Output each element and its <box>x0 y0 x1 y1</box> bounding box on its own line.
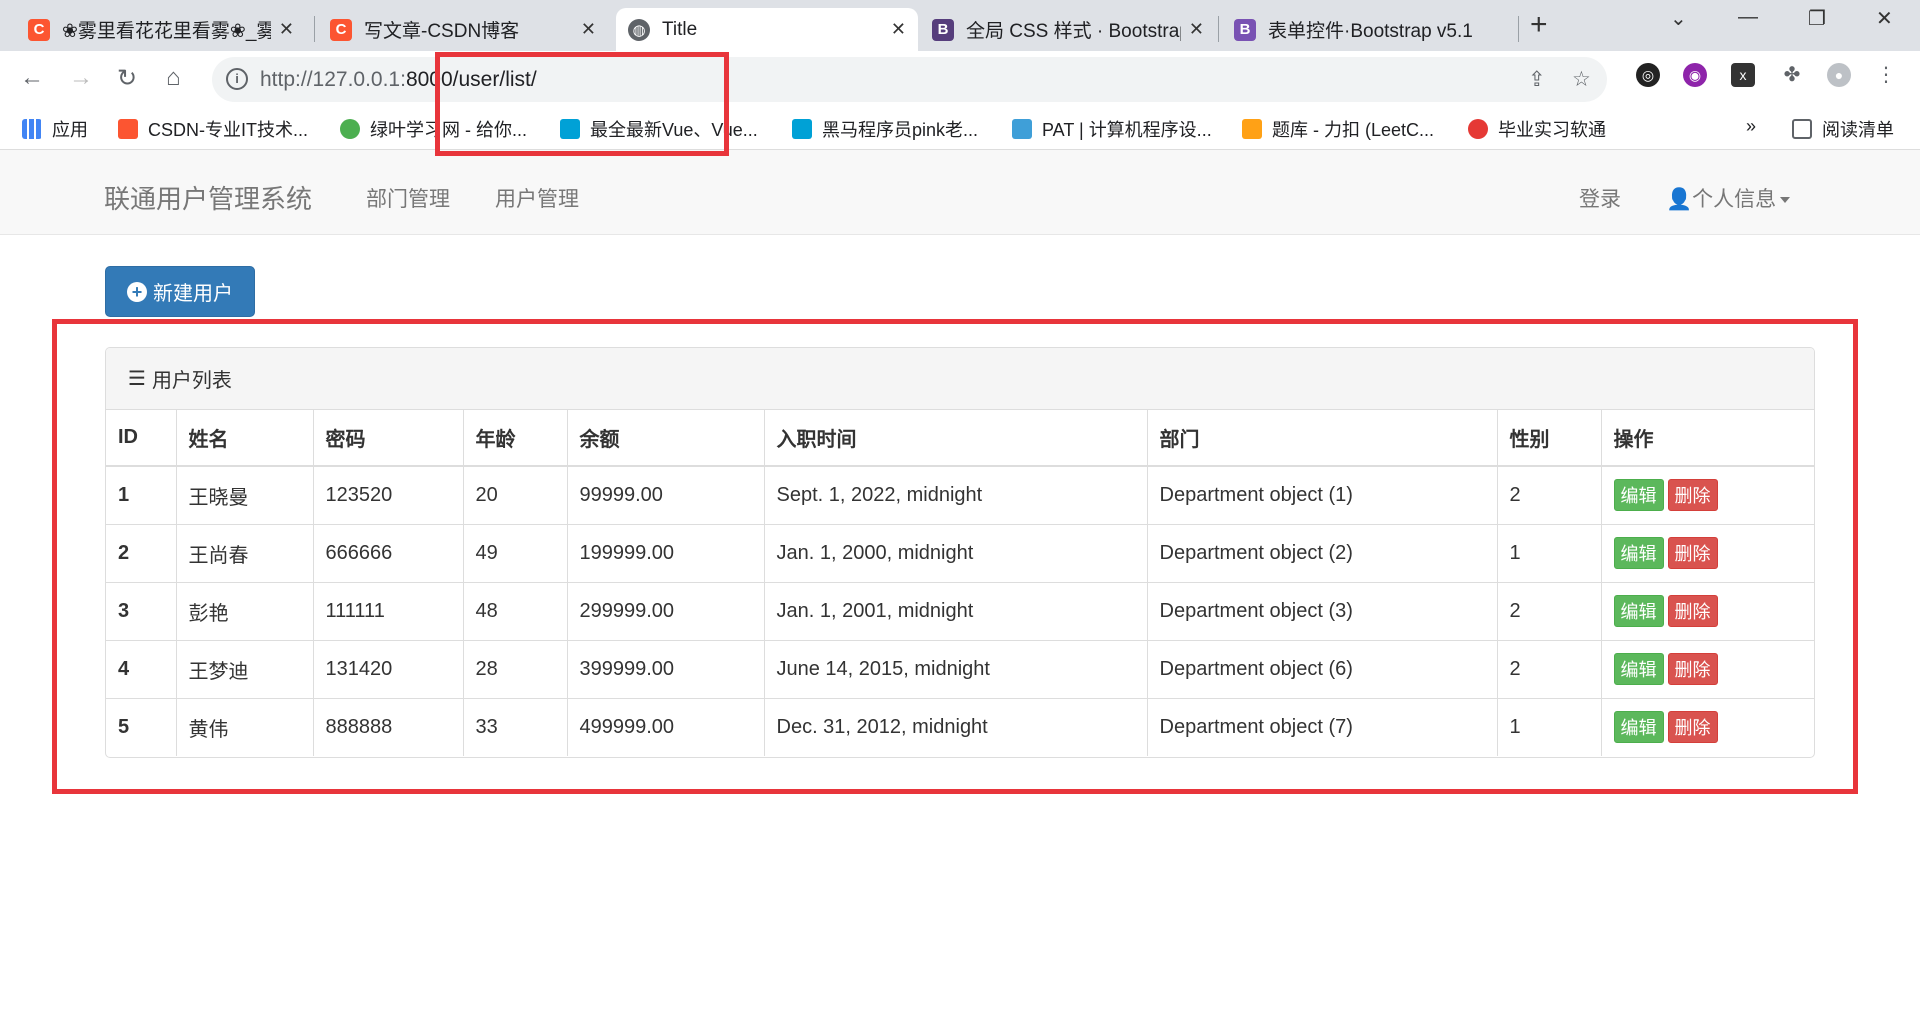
bookmark-item[interactable]: 毕业实习软通 <box>1468 116 1606 142</box>
user-icon: 👤 <box>1666 188 1693 211</box>
site-info-icon[interactable]: i <box>226 68 248 90</box>
minimize-icon[interactable]: — <box>1738 6 1758 29</box>
browser-tab[interactable]: B 表单控件·Bootstrap v5.1 <box>1222 8 1518 51</box>
bilibili-icon <box>792 119 812 139</box>
home-icon[interactable]: ⌂ <box>166 64 181 92</box>
bootstrap-icon: B <box>1234 18 1256 41</box>
browser-toolbar: ← → ↻ ⌂ i http://127.0.0.1:8000/user/lis… <box>0 51 1920 108</box>
address-bar[interactable]: i http://127.0.0.1:8000/user/list/ ⇪ ☆ <box>212 57 1607 102</box>
csdn-icon: C <box>330 18 352 41</box>
apps-grid-icon <box>22 119 42 139</box>
csdn-icon: C <box>28 18 50 41</box>
nav-user[interactable]: 用户管理 <box>495 183 579 213</box>
nav-login[interactable]: 登录 <box>1579 183 1621 213</box>
extension-icon[interactable]: x <box>1731 63 1755 87</box>
browser-tab[interactable]: C 写文章-CSDN博客 ✕ <box>318 8 608 51</box>
nav-department[interactable]: 部门管理 <box>366 183 450 213</box>
app-navbar: 联通用户管理系统 部门管理 用户管理 登录 👤个人信息 <box>0 150 1920 235</box>
restore-icon[interactable]: ❐ <box>1808 6 1826 31</box>
add-user-button[interactable]: + 新建用户 <box>105 266 255 317</box>
bookmark-icon <box>1468 119 1488 139</box>
bookmark-item[interactable]: 黑马程序员pink老... <box>792 116 978 142</box>
bootstrap-icon: B <box>932 18 954 41</box>
profile-avatar-icon[interactable]: ● <box>1827 63 1851 87</box>
close-window-icon[interactable]: ✕ <box>1876 6 1893 31</box>
leaf-icon <box>340 119 360 139</box>
csdn-icon <box>118 119 138 139</box>
pat-icon <box>1012 119 1032 139</box>
back-icon[interactable]: ← <box>20 64 44 92</box>
extension-icon[interactable]: ◉ <box>1683 63 1707 87</box>
close-tab-icon[interactable]: ✕ <box>279 19 294 40</box>
share-icon[interactable]: ⇪ <box>1528 67 1546 92</box>
tab-title: 表单控件·Bootstrap v5.1 <box>1268 21 1473 42</box>
plus-circle-icon: + <box>127 281 147 302</box>
browser-menu-icon[interactable]: ⋮ <box>1874 63 1898 87</box>
close-tab-icon[interactable]: ✕ <box>1189 19 1204 40</box>
tab-title: 写文章-CSDN博客 <box>364 21 520 42</box>
reading-list-icon <box>1792 119 1812 139</box>
new-tab-icon[interactable]: + <box>1530 8 1548 42</box>
bookmark-item[interactable]: PAT | 计算机程序设... <box>1012 116 1212 142</box>
bookmark-item[interactable]: 题库 - 力扣 (LeetC... <box>1242 116 1434 142</box>
globe-icon: ◍ <box>628 18 650 41</box>
caret-down-icon <box>1780 197 1791 204</box>
nav-profile-dropdown[interactable]: 👤个人信息 <box>1666 183 1791 213</box>
tab-search-icon[interactable]: ⌄ <box>1670 6 1687 31</box>
bookmark-star-icon[interactable]: ☆ <box>1572 67 1591 92</box>
highlight-box-url <box>435 52 729 156</box>
browser-tab[interactable]: B 全局 CSS 样式 · Bootstrap ✕ <box>920 8 1216 51</box>
bookmark-item[interactable]: CSDN-专业IT技术... <box>118 116 308 142</box>
browser-tab-active[interactable]: ◍ Title ✕ <box>616 8 918 51</box>
close-tab-icon[interactable]: ✕ <box>581 19 596 40</box>
extensions-puzzle-icon[interactable]: ✤ <box>1780 63 1804 87</box>
bookmarks-bar: 应用 CSDN-专业IT技术... 绿叶学习网 - 给你... 最全最新Vue、… <box>0 108 1920 150</box>
highlight-box-table <box>52 319 1858 794</box>
reload-icon[interactable]: ↻ <box>117 64 137 93</box>
browser-tab-strip: C ❀雾里看花花里看雾❀_雾 ✕ C 写文章-CSDN博客 ✕ ◍ Title … <box>0 0 1920 51</box>
tab-title: ❀雾里看花花里看雾❀_雾 <box>62 21 271 42</box>
tab-title: Title <box>662 18 698 40</box>
leetcode-icon <box>1242 119 1262 139</box>
more-bookmarks-button[interactable]: » <box>1746 116 1756 137</box>
close-tab-icon[interactable]: ✕ <box>891 19 906 40</box>
extension-icon[interactable]: ◎ <box>1636 63 1660 87</box>
forward-icon[interactable]: → <box>69 64 93 92</box>
tab-title: 全局 CSS 样式 · Bootstrap <box>966 21 1181 42</box>
browser-tab[interactable]: C ❀雾里看花花里看雾❀_雾 ✕ <box>16 8 306 51</box>
bookmark-apps[interactable]: 应用 <box>22 116 88 142</box>
reading-list-button[interactable]: 阅读清单 <box>1792 116 1894 142</box>
navbar-brand[interactable]: 联通用户管理系统 <box>104 179 312 216</box>
